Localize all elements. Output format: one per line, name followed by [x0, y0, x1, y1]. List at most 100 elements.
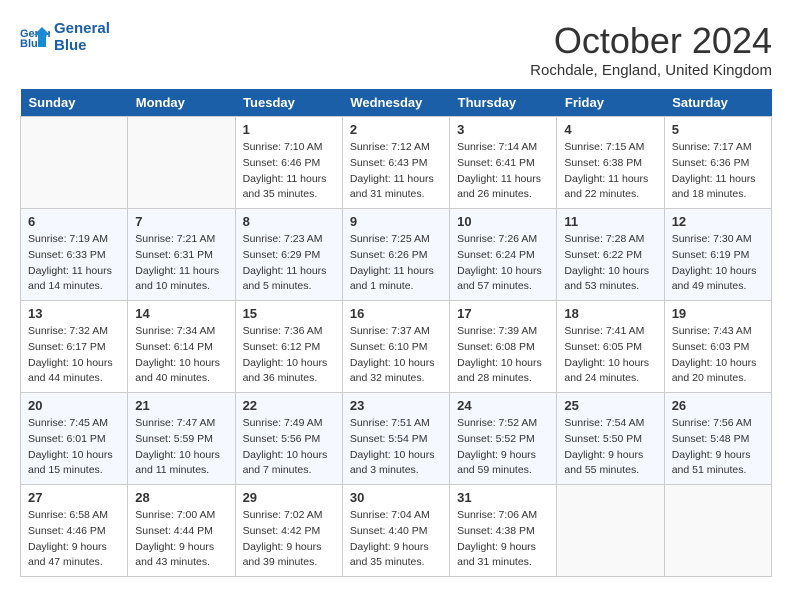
- header-thursday: Thursday: [450, 89, 557, 117]
- calendar-cell: 28 Sunrise: 7:00 AM Sunset: 4:44 PM Dayli…: [128, 485, 235, 577]
- calendar-cell: 8 Sunrise: 7:23 AM Sunset: 6:29 PM Daylig…: [235, 209, 342, 301]
- day-detail: Sunrise: 6:58 AM Sunset: 4:46 PM Dayligh…: [28, 508, 120, 571]
- day-detail: Sunrise: 7:28 AM Sunset: 6:22 PM Dayligh…: [564, 232, 656, 295]
- day-number: 3: [457, 122, 549, 137]
- day-number: 27: [28, 490, 120, 505]
- calendar-week-0: 1 Sunrise: 7:10 AM Sunset: 6:46 PM Daylig…: [21, 117, 772, 209]
- day-number: 21: [135, 398, 227, 413]
- calendar-cell: 13 Sunrise: 7:32 AM Sunset: 6:17 PM Dayli…: [21, 301, 128, 393]
- day-detail: Sunrise: 7:34 AM Sunset: 6:14 PM Dayligh…: [135, 324, 227, 387]
- day-number: 12: [672, 214, 764, 229]
- day-number: 18: [564, 306, 656, 321]
- day-detail: Sunrise: 7:06 AM Sunset: 4:38 PM Dayligh…: [457, 508, 549, 571]
- logo-line2: Blue: [54, 37, 110, 54]
- calendar-cell: 17Sunrise: 7:39 AM Sunset: 6:08 PM Dayli…: [450, 301, 557, 393]
- calendar-week-3: 20 Sunrise: 7:45 AM Sunset: 6:01 PM Dayli…: [21, 393, 772, 485]
- page-header: General Blue General Blue October 2024 R…: [20, 20, 772, 79]
- day-number: 10: [457, 214, 549, 229]
- calendar-cell: 15 Sunrise: 7:36 AM Sunset: 6:12 PM Dayli…: [235, 301, 342, 393]
- calendar-week-4: 27 Sunrise: 6:58 AM Sunset: 4:46 PM Dayli…: [21, 485, 772, 577]
- calendar-cell: 29 Sunrise: 7:02 AM Sunset: 4:42 PM Dayli…: [235, 485, 342, 577]
- day-number: 17: [457, 306, 549, 321]
- header-monday: Monday: [128, 89, 235, 117]
- day-detail: Sunrise: 7:37 AM Sunset: 6:10 PM Dayligh…: [350, 324, 442, 387]
- day-number: 4: [564, 122, 656, 137]
- calendar-cell: 5Sunrise: 7:17 AM Sunset: 6:36 PM Daylig…: [664, 117, 771, 209]
- calendar-cell: [664, 485, 771, 577]
- calendar-cell: 19Sunrise: 7:43 AM Sunset: 6:03 PM Dayli…: [664, 301, 771, 393]
- day-number: 22: [243, 398, 335, 413]
- calendar-body: 1 Sunrise: 7:10 AM Sunset: 6:46 PM Daylig…: [21, 117, 772, 577]
- location: Rochdale, England, United Kingdom: [530, 62, 772, 79]
- day-number: 13: [28, 306, 120, 321]
- calendar-cell: 27 Sunrise: 6:58 AM Sunset: 4:46 PM Dayli…: [21, 485, 128, 577]
- day-number: 30: [350, 490, 442, 505]
- calendar-cell: [557, 485, 664, 577]
- day-number: 6: [28, 214, 120, 229]
- day-number: 28: [135, 490, 227, 505]
- day-number: 29: [243, 490, 335, 505]
- logo: General Blue General Blue: [20, 20, 110, 54]
- calendar-cell: [21, 117, 128, 209]
- day-detail: Sunrise: 7:32 AM Sunset: 6:17 PM Dayligh…: [28, 324, 120, 387]
- day-detail: Sunrise: 7:00 AM Sunset: 4:44 PM Dayligh…: [135, 508, 227, 571]
- logo-icon: General Blue: [20, 25, 50, 49]
- calendar-cell: 24 Sunrise: 7:52 AM Sunset: 5:52 PM Dayli…: [450, 393, 557, 485]
- calendar-cell: 22Sunrise: 7:49 AM Sunset: 5:56 PM Dayli…: [235, 393, 342, 485]
- calendar-cell: 25Sunrise: 7:54 AM Sunset: 5:50 PM Dayli…: [557, 393, 664, 485]
- header-wednesday: Wednesday: [342, 89, 449, 117]
- day-number: 24: [457, 398, 549, 413]
- day-number: 9: [350, 214, 442, 229]
- calendar-cell: 30 Sunrise: 7:04 AM Sunset: 4:40 PM Dayli…: [342, 485, 449, 577]
- day-number: 7: [135, 214, 227, 229]
- day-number: 25: [564, 398, 656, 413]
- calendar-cell: 23 Sunrise: 7:51 AM Sunset: 5:54 PM Dayli…: [342, 393, 449, 485]
- month-title: October 2024: [530, 20, 772, 62]
- day-detail: Sunrise: 7:36 AM Sunset: 6:12 PM Dayligh…: [243, 324, 335, 387]
- day-detail: Sunrise: 7:21 AM Sunset: 6:31 PM Dayligh…: [135, 232, 227, 295]
- day-detail: Sunrise: 7:10 AM Sunset: 6:46 PM Dayligh…: [243, 140, 335, 203]
- day-detail: Sunrise: 7:14 AM Sunset: 6:41 PM Dayligh…: [457, 140, 549, 203]
- day-detail: Sunrise: 7:15 AM Sunset: 6:38 PM Dayligh…: [564, 140, 656, 203]
- day-detail: Sunrise: 7:30 AM Sunset: 6:19 PM Dayligh…: [672, 232, 764, 295]
- day-detail: Sunrise: 7:19 AM Sunset: 6:33 PM Dayligh…: [28, 232, 120, 295]
- calendar-cell: 12 Sunrise: 7:30 AM Sunset: 6:19 PM Dayli…: [664, 209, 771, 301]
- day-number: 20: [28, 398, 120, 413]
- day-detail: Sunrise: 7:02 AM Sunset: 4:42 PM Dayligh…: [243, 508, 335, 571]
- calendar-cell: 7 Sunrise: 7:21 AM Sunset: 6:31 PM Daylig…: [128, 209, 235, 301]
- day-detail: Sunrise: 7:56 AM Sunset: 5:48 PM Dayligh…: [672, 416, 764, 479]
- day-number: 15: [243, 306, 335, 321]
- calendar-cell: 9Sunrise: 7:25 AM Sunset: 6:26 PM Daylig…: [342, 209, 449, 301]
- day-detail: Sunrise: 7:51 AM Sunset: 5:54 PM Dayligh…: [350, 416, 442, 479]
- day-number: 8: [243, 214, 335, 229]
- day-number: 2: [350, 122, 442, 137]
- day-number: 14: [135, 306, 227, 321]
- day-detail: Sunrise: 7:23 AM Sunset: 6:29 PM Dayligh…: [243, 232, 335, 295]
- calendar-cell: 16Sunrise: 7:37 AM Sunset: 6:10 PM Dayli…: [342, 301, 449, 393]
- day-number: 1: [243, 122, 335, 137]
- day-number: 23: [350, 398, 442, 413]
- calendar-header-row: SundayMondayTuesdayWednesdayThursdayFrid…: [21, 89, 772, 117]
- title-block: October 2024 Rochdale, England, United K…: [530, 20, 772, 79]
- calendar-cell: 18 Sunrise: 7:41 AM Sunset: 6:05 PM Dayli…: [557, 301, 664, 393]
- header-saturday: Saturday: [664, 89, 771, 117]
- logo-line1: General: [54, 20, 110, 37]
- calendar-cell: 1 Sunrise: 7:10 AM Sunset: 6:46 PM Daylig…: [235, 117, 342, 209]
- day-detail: Sunrise: 7:17 AM Sunset: 6:36 PM Dayligh…: [672, 140, 764, 203]
- calendar-cell: 4 Sunrise: 7:15 AM Sunset: 6:38 PM Daylig…: [557, 117, 664, 209]
- day-number: 26: [672, 398, 764, 413]
- calendar-cell: 14 Sunrise: 7:34 AM Sunset: 6:14 PM Dayli…: [128, 301, 235, 393]
- day-detail: Sunrise: 7:41 AM Sunset: 6:05 PM Dayligh…: [564, 324, 656, 387]
- day-detail: Sunrise: 7:26 AM Sunset: 6:24 PM Dayligh…: [457, 232, 549, 295]
- calendar-cell: 6 Sunrise: 7:19 AM Sunset: 6:33 PM Daylig…: [21, 209, 128, 301]
- day-detail: Sunrise: 7:12 AM Sunset: 6:43 PM Dayligh…: [350, 140, 442, 203]
- calendar-cell: 26 Sunrise: 7:56 AM Sunset: 5:48 PM Dayli…: [664, 393, 771, 485]
- day-detail: Sunrise: 7:45 AM Sunset: 6:01 PM Dayligh…: [28, 416, 120, 479]
- calendar-week-2: 13 Sunrise: 7:32 AM Sunset: 6:17 PM Dayli…: [21, 301, 772, 393]
- day-detail: Sunrise: 7:52 AM Sunset: 5:52 PM Dayligh…: [457, 416, 549, 479]
- day-detail: Sunrise: 7:04 AM Sunset: 4:40 PM Dayligh…: [350, 508, 442, 571]
- calendar-table: SundayMondayTuesdayWednesdayThursdayFrid…: [20, 89, 772, 577]
- calendar-cell: 3 Sunrise: 7:14 AM Sunset: 6:41 PM Daylig…: [450, 117, 557, 209]
- header-friday: Friday: [557, 89, 664, 117]
- day-detail: Sunrise: 7:43 AM Sunset: 6:03 PM Dayligh…: [672, 324, 764, 387]
